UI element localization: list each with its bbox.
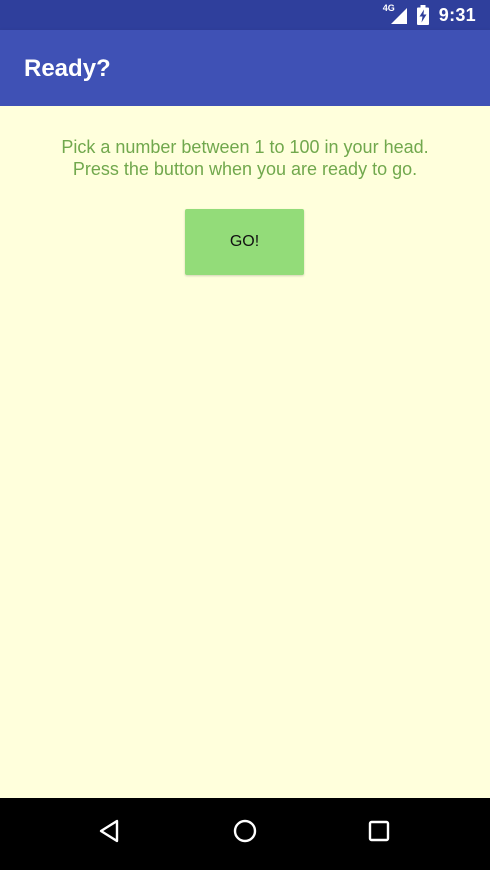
device-screen: 4G 9:31 Ready? Pick a number between 1 t… <box>0 0 490 870</box>
recents-button[interactable] <box>339 798 419 864</box>
app-title: Ready? <box>24 55 111 82</box>
recents-icon <box>368 820 390 842</box>
home-button[interactable] <box>205 798 285 864</box>
status-bar: 4G 9:31 <box>0 0 490 30</box>
home-icon <box>233 819 257 843</box>
signal-indicator: 4G <box>383 3 407 24</box>
status-icons: 4G 9:31 <box>383 0 476 30</box>
main-content: Pick a number between 1 to 100 in your h… <box>0 106 490 798</box>
back-icon <box>99 819 119 843</box>
back-button[interactable] <box>70 798 150 864</box>
app-bar: Ready? <box>0 30 490 106</box>
instruction-line-2: Press the button when you are ready to g… <box>72 159 418 179</box>
go-button[interactable]: GO! <box>185 209 304 275</box>
clock-time: 9:31 <box>438 4 476 25</box>
battery-charging-icon <box>416 5 429 25</box>
instruction-line-1: Pick a number between 1 to 100 in your h… <box>61 137 429 157</box>
instruction-text: Pick a number between 1 to 100 in your h… <box>0 136 490 180</box>
navigation-bar <box>0 798 490 870</box>
signal-icon <box>390 8 407 24</box>
